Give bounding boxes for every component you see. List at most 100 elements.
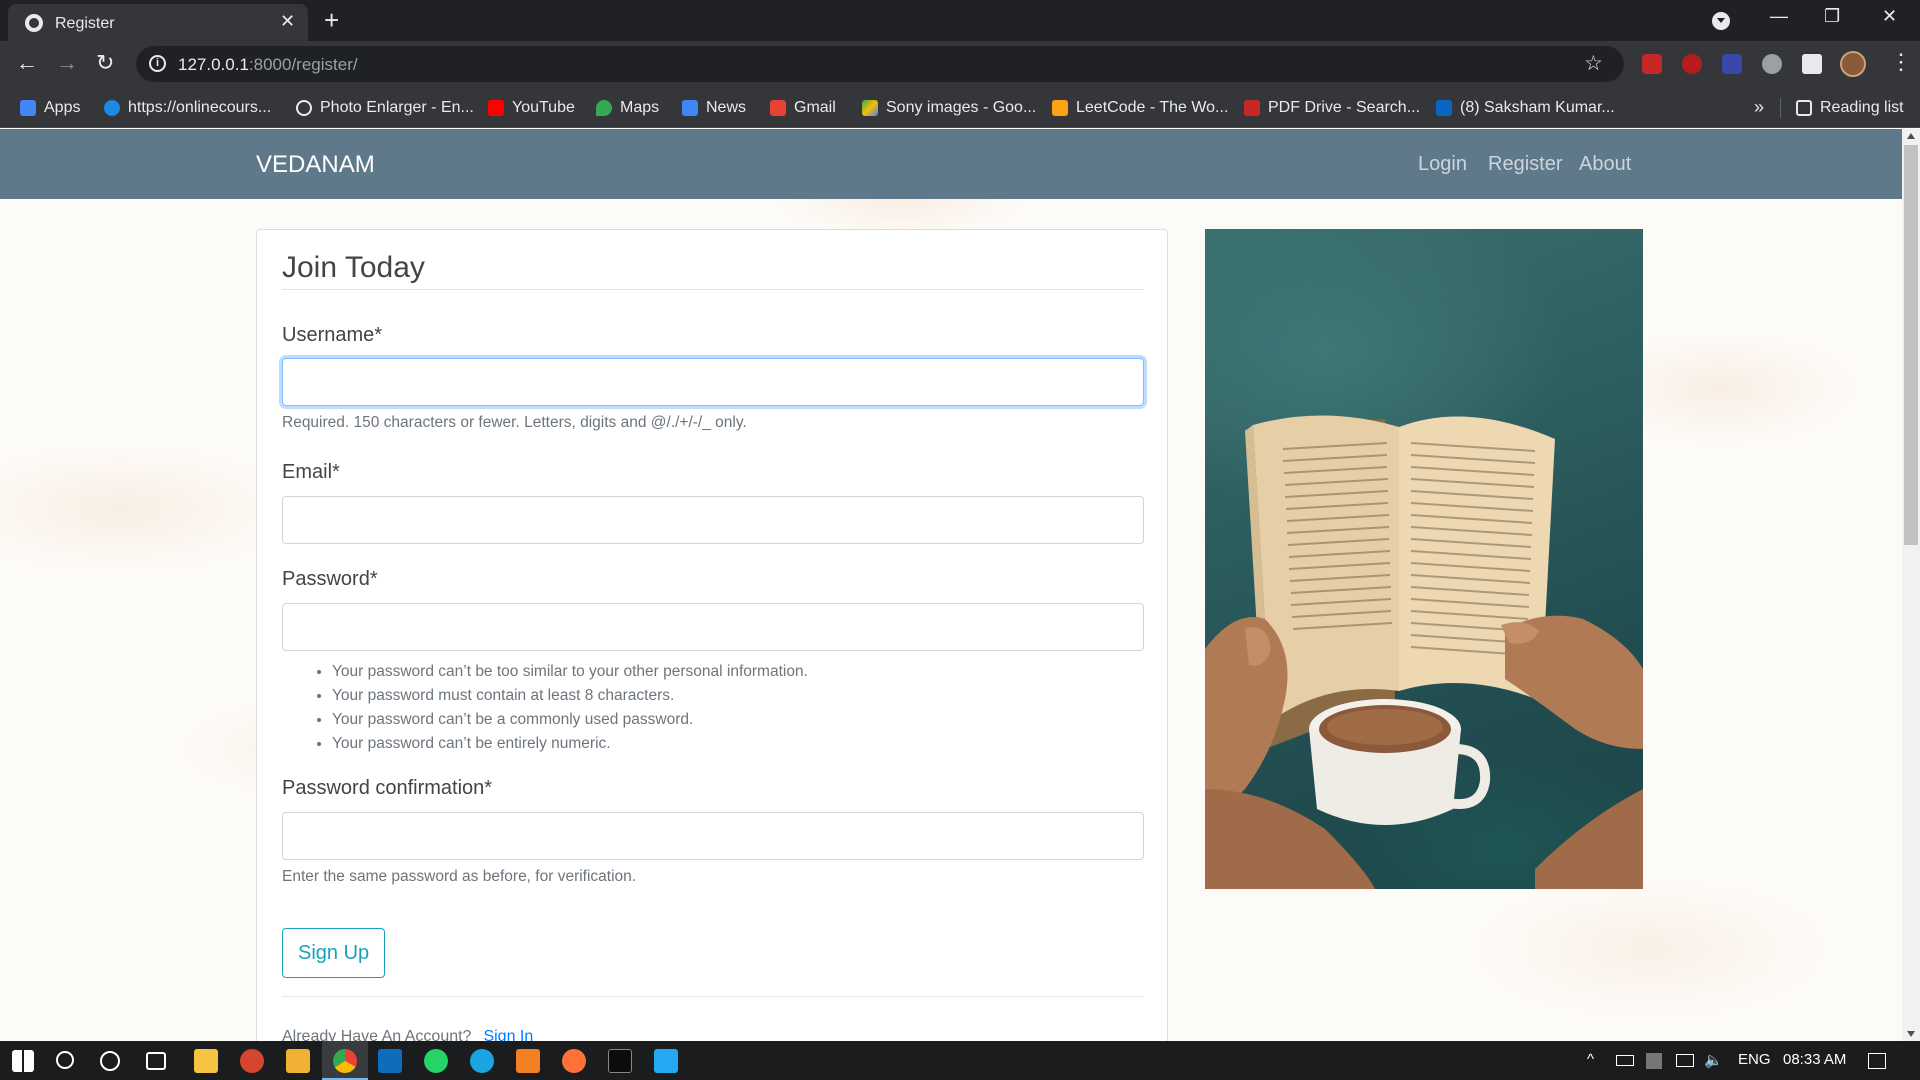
footer-divider [282,996,1144,997]
cloud-extension-icon[interactable] [1762,54,1782,74]
profile-avatar[interactable] [1840,51,1866,77]
more-bookmarks-button[interactable]: » [1754,97,1764,118]
bookmark-apps[interactable]: Apps [20,95,80,121]
nav-login[interactable]: Login [1418,153,1467,176]
vscode-icon[interactable] [654,1049,678,1073]
form-title: Join Today [282,251,425,284]
drive-icon [862,100,878,116]
bookmark-pdf-drive[interactable]: PDF Drive - Search... [1244,95,1420,121]
clock[interactable]: 08:33 AM [1783,1051,1846,1068]
sign-in-link[interactable]: Sign In [483,1028,533,1041]
url-text[interactable]: 127.0.0.1:8000/register/ [178,55,358,75]
scroll-down-icon[interactable] [1907,1031,1915,1037]
bookmark-linkedin[interactable]: (8) Saksham Kumar... [1436,95,1615,121]
nav-register[interactable]: Register [1488,153,1562,176]
already-account-text: Already Have An Account? [282,1028,472,1041]
apps-grid-icon [20,100,36,116]
network-icon[interactable] [1676,1054,1694,1067]
blocker-extension-icon[interactable] [1722,54,1742,74]
password-rule: Your password can’t be a commonly used p… [332,708,808,732]
site-navbar: VEDANAM Login Register About [0,129,1902,199]
bookmark-star-icon[interactable]: ☆ [1584,51,1603,76]
leetcode-icon [1052,100,1068,116]
username-input[interactable] [282,358,1144,406]
puzzle-extensions-icon[interactable] [1802,54,1822,74]
pocket-extension-icon[interactable] [1642,54,1662,74]
bookmark-onlinecourses[interactable]: https://onlinecours... [104,95,271,121]
nav-about[interactable]: About [1579,153,1631,176]
username-help: Required. 150 characters or fewer. Lette… [282,414,747,431]
address-bar[interactable]: i 127.0.0.1:8000/register/ ☆ [136,46,1624,82]
bookmark-youtube[interactable]: YouTube [488,95,575,121]
scroll-thumb[interactable] [1904,145,1918,545]
photo-illustration [1205,415,1643,889]
red-extension-icon[interactable] [1682,54,1702,74]
password-confirm-help: Enter the same password as before, for v… [282,868,637,885]
chrome-icon[interactable] [333,1049,357,1073]
scroll-up-icon[interactable] [1907,133,1915,139]
edge-icon[interactable] [470,1049,494,1073]
close-tab-icon[interactable]: ✕ [280,11,295,32]
windows-start-icon[interactable] [12,1050,34,1072]
task-view-icon[interactable] [146,1052,166,1070]
youtube-icon [488,100,504,116]
store-icon[interactable] [286,1049,310,1073]
page-viewport: VEDANAM Login Register About Join Today … [0,129,1902,1041]
terminal-icon[interactable] [608,1049,632,1073]
language-indicator[interactable]: ENG [1738,1051,1771,1068]
media-app-icon[interactable] [240,1049,264,1073]
notifications-icon[interactable] [1868,1053,1886,1069]
firefox-icon[interactable] [562,1049,586,1073]
page-scrollbar[interactable] [1902,129,1920,1041]
bookmark-photo-enlarger[interactable]: Photo Enlarger - En... [296,95,474,121]
search-icon[interactable] [56,1051,74,1069]
reload-icon[interactable]: ↻ [96,50,114,76]
minimize-icon[interactable]: — [1770,6,1788,27]
forward-icon[interactable]: → [56,50,78,76]
globe-icon [25,14,43,32]
mail-icon[interactable] [378,1049,402,1073]
book-and-coffee-photo [1205,229,1643,889]
email-label: Email* [282,461,340,483]
brand-logo[interactable]: VEDANAM [256,151,375,179]
whatsapp-icon[interactable] [424,1049,448,1073]
password-rule: Your password can’t be too similar to yo… [332,660,808,684]
battery-icon[interactable] [1616,1055,1634,1066]
bookmark-maps[interactable]: Maps [596,95,659,121]
close-window-icon[interactable]: ✕ [1882,6,1897,27]
password-confirm-label: Password confirmation* [282,777,493,799]
search-icon [296,100,312,116]
bookmark-sony-images[interactable]: Sony images - Goo... [862,95,1036,121]
linkedin-icon [1436,100,1452,116]
sign-up-button[interactable]: Sign Up [282,928,386,978]
pdfdrive-icon [1244,100,1260,116]
reading-list-button[interactable]: Reading list [1796,95,1904,121]
reading-list-icon [1796,100,1812,116]
bookmark-gmail[interactable]: Gmail [770,95,836,121]
tab-register[interactable]: Register ✕ [8,4,308,41]
site-info-icon[interactable]: i [149,55,166,72]
restore-icon[interactable]: ❐ [1824,6,1840,27]
site-icon [104,100,120,116]
bookmark-news[interactable]: News [682,95,746,121]
cortana-icon[interactable] [100,1051,120,1071]
password-rule: Your password must contain at least 8 ch… [332,684,808,708]
sublime-icon[interactable] [516,1049,540,1073]
menu-kebab-icon[interactable]: ⋮ [1890,49,1912,75]
tray-overflow-icon[interactable]: ^ [1587,1051,1594,1068]
email-input[interactable] [282,496,1144,544]
bookmark-leetcode[interactable]: LeetCode - The Wo... [1052,95,1228,121]
news-icon [682,100,698,116]
tab-search-icon[interactable] [1712,12,1730,30]
windows-taskbar: ^ 🔈 ENG 08:33 AM [0,1041,1920,1080]
password-confirm-input[interactable] [282,812,1144,860]
back-icon[interactable]: ← [16,50,38,76]
file-explorer-icon[interactable] [194,1049,218,1073]
browser-toolbar: ← → ↻ i 127.0.0.1:8000/register/ ☆ ⋮ [0,41,1920,88]
gmail-icon [770,100,786,116]
password-input[interactable] [282,603,1144,651]
new-tab-button[interactable]: + [324,5,339,36]
volume-icon[interactable]: 🔈 [1704,1051,1723,1069]
title-divider [282,289,1144,290]
device-icon[interactable] [1646,1053,1662,1069]
